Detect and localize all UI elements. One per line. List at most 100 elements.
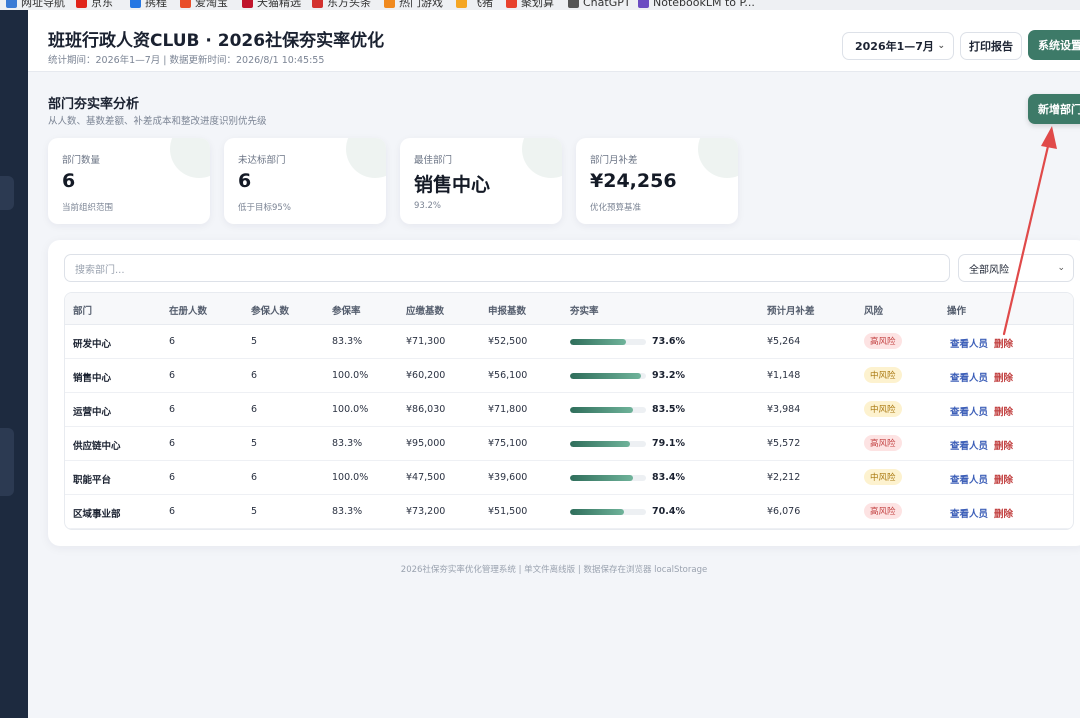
- page-subtitle: 统计期间：2026年1—7月 | 数据更新时间：2026/8/1 10:45:5…: [48, 55, 325, 66]
- bookmark-favicon-icon: [130, 0, 141, 8]
- cell-department: 区域事业部: [73, 509, 121, 520]
- bookmark-item[interactable]: 飞猪: [456, 0, 493, 9]
- chevron-down-icon: ⌄: [937, 41, 945, 51]
- rate-progress-fill: [570, 373, 641, 379]
- kpi-label: 部门月补差: [590, 155, 638, 166]
- view-staff-link[interactable]: 查看人员: [950, 438, 988, 452]
- print-report-button[interactable]: 打印报告: [960, 32, 1022, 60]
- cell-staff-count: 6: [169, 438, 176, 449]
- bookmark-item[interactable]: 天猫精选: [242, 0, 301, 9]
- rate-progress-bar: [570, 509, 646, 515]
- risk-badge: 中风险: [864, 469, 902, 485]
- period-select-value: 2026年1—7月: [855, 40, 934, 53]
- bookmark-label: 热门游戏: [399, 0, 443, 9]
- cell-monthly-gap: ¥5,572: [767, 438, 801, 449]
- page-title: 班班行政人资CLUB · 2026社保夯实率优化: [48, 31, 385, 51]
- cell-rate: 79.1%: [652, 438, 685, 449]
- bookmark-item[interactable]: 网址导航: [6, 0, 65, 9]
- main-content: 班班行政人资CLUB · 2026社保夯实率优化 统计期间：2026年1—7月 …: [28, 10, 1080, 718]
- cell-declared-base: ¥52,500: [488, 336, 528, 347]
- sidebar-nav-item[interactable]: [0, 428, 14, 496]
- cell-due-base: ¥47,500: [406, 472, 446, 483]
- cell-declared-base: ¥71,800: [488, 404, 528, 415]
- delete-link[interactable]: 删除: [994, 370, 1013, 384]
- bookmark-item[interactable]: NotebookLM to P...: [638, 0, 755, 9]
- bookmark-item[interactable]: 聚划算: [506, 0, 554, 9]
- kpi-card-monthly-gap: 部门月补差 ¥24,256 优化预算基准: [576, 138, 738, 224]
- cell-coverage-rate: 100.0%: [332, 472, 369, 483]
- delete-link[interactable]: 删除: [994, 336, 1013, 350]
- kpi-value: 销售中心: [414, 174, 491, 196]
- bookmarks-bar: 网址导航 京东 携程 爱淘宝 天猫精选 东方头条 热门游戏 飞猪 聚划算 ChatGPT Noteb…: [0, 0, 1080, 10]
- risk-badge: 中风险: [864, 367, 902, 383]
- cell-staff-count: 6: [169, 472, 176, 483]
- view-staff-link[interactable]: 查看人员: [950, 336, 988, 350]
- cell-department: 研发中心: [73, 339, 112, 350]
- risk-badge: 高风险: [864, 503, 902, 519]
- delete-link[interactable]: 删除: [994, 472, 1013, 486]
- cell-monthly-gap: ¥2,212: [767, 472, 801, 483]
- kpi-card-unqualified: 未达标部门 6 低于目标95%: [224, 138, 386, 224]
- sidebar-nav-item[interactable]: [0, 176, 14, 210]
- bookmark-item[interactable]: 东方头条: [312, 0, 371, 9]
- view-staff-link[interactable]: 查看人员: [950, 404, 988, 418]
- system-settings-button[interactable]: 系统设置: [1028, 30, 1080, 60]
- cell-department: 运营中心: [73, 407, 112, 418]
- bookmark-label: 京东: [91, 0, 113, 9]
- cell-staff-count: 6: [169, 404, 176, 415]
- cell-declared-base: ¥56,100: [488, 370, 528, 381]
- kpi-label: 部门数量: [62, 155, 101, 166]
- risk-badge: 高风险: [864, 333, 902, 349]
- cell-coverage-rate: 83.3%: [332, 438, 363, 449]
- bookmark-label: 天猫精选: [257, 0, 301, 9]
- delete-link[interactable]: 删除: [994, 506, 1013, 520]
- bookmark-favicon-icon: [638, 0, 649, 8]
- cell-insured-count: 6: [251, 472, 258, 483]
- risk-filter-select[interactable]: 全部风险 ⌄: [958, 254, 1074, 282]
- bookmark-item[interactable]: 京东: [76, 0, 113, 9]
- section-subtitle: 从人数、基数差额、补差成本和整改进度识别优先级: [48, 116, 267, 127]
- bookmark-label: 聚划算: [521, 0, 554, 9]
- cell-department: 供应链中心: [73, 441, 121, 452]
- search-placeholder: 搜索部门...: [75, 264, 125, 276]
- delete-link[interactable]: 删除: [994, 438, 1013, 452]
- cell-staff-count: 6: [169, 506, 176, 517]
- bookmark-label: 网址导航: [21, 0, 65, 9]
- column-header: 部门: [73, 306, 93, 317]
- column-header: 操作: [947, 306, 967, 317]
- bookmark-item[interactable]: 热门游戏: [384, 0, 443, 9]
- kpi-value: 6: [238, 170, 252, 192]
- kpi-note: 低于目标95%: [238, 203, 291, 213]
- view-staff-link[interactable]: 查看人员: [950, 506, 988, 520]
- kpi-label: 未达标部门: [238, 155, 286, 166]
- add-department-button[interactable]: 新增部门: [1028, 94, 1080, 124]
- view-staff-link[interactable]: 查看人员: [950, 370, 988, 384]
- cell-due-base: ¥71,300: [406, 336, 446, 347]
- view-staff-link[interactable]: 查看人员: [950, 472, 988, 486]
- search-input[interactable]: 搜索部门...: [64, 254, 950, 282]
- delete-link[interactable]: 删除: [994, 404, 1013, 418]
- rate-progress-fill: [570, 441, 631, 447]
- bookmark-item[interactable]: 爱淘宝: [180, 0, 228, 9]
- bookmark-label: NotebookLM to P...: [653, 0, 755, 9]
- period-select[interactable]: 2026年1—7月 ⌄: [842, 32, 954, 60]
- cell-insured-count: 6: [251, 370, 258, 381]
- rate-progress-bar: [570, 407, 646, 413]
- table-row: 研发中心 6 5 83.3% ¥71,300 ¥52,500 ¥5,264 73.6% 高风险 查…: [65, 325, 1073, 359]
- cell-coverage-rate: 100.0%: [332, 370, 369, 381]
- kpi-note: 当前组织范围: [62, 203, 114, 213]
- cell-rate: 70.4%: [652, 506, 685, 517]
- rate-progress-fill: [570, 509, 624, 515]
- cell-rate: 83.4%: [652, 472, 685, 483]
- bookmark-item[interactable]: 携程: [130, 0, 167, 9]
- section-title: 部门夯实率分析: [48, 97, 140, 112]
- rate-progress-fill: [570, 475, 634, 481]
- cell-coverage-rate: 100.0%: [332, 404, 369, 415]
- cell-rate: 93.2%: [652, 370, 685, 381]
- rate-progress-bar: [570, 373, 646, 379]
- department-table: 部门 在册人数 参保人数 参保率 应缴基数 申报基数 夯实率 预计月补差 风险 …: [64, 292, 1074, 530]
- chevron-down-icon: ⌄: [1057, 263, 1065, 273]
- bookmark-favicon-icon: [506, 0, 517, 8]
- bookmark-item[interactable]: ChatGPT: [568, 0, 631, 9]
- column-header: 风险: [864, 306, 884, 317]
